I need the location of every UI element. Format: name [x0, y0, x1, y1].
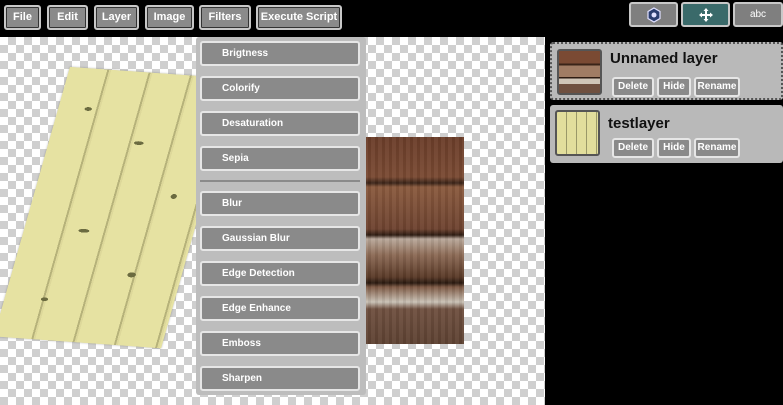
menu-bar: File Edit Layer Image Filters Execute Sc…: [0, 0, 783, 36]
layer-name: testlayer: [608, 115, 670, 132]
layer-name: Unnamed layer: [610, 50, 718, 67]
layer-menu-button[interactable]: Layer: [94, 5, 139, 30]
filter-colorify[interactable]: Colorify: [200, 76, 360, 101]
filter-emboss[interactable]: Emboss: [200, 331, 360, 356]
filter-brightness[interactable]: Brigtness: [200, 41, 360, 66]
layers-panel: Unnamed layer Delete Hide Rename testlay…: [545, 37, 783, 405]
hide-layer-button[interactable]: Hide: [657, 77, 691, 97]
shape-tool-button[interactable]: [629, 2, 678, 27]
filter-blur[interactable]: Blur: [200, 191, 360, 216]
layer-item-unnamed[interactable]: Unnamed layer Delete Hide Rename: [550, 42, 783, 100]
filter-gaussian-blur[interactable]: Gaussian Blur: [200, 226, 360, 251]
rename-layer-button[interactable]: Rename: [694, 138, 740, 158]
filter-edge-detection[interactable]: Edge Detection: [200, 261, 360, 286]
hexagon-icon: [646, 7, 661, 23]
text-tool-button[interactable]: abc: [733, 2, 783, 27]
rename-layer-button[interactable]: Rename: [694, 77, 740, 97]
image-menu-button[interactable]: Image: [145, 5, 194, 30]
filter-sepia[interactable]: Sepia: [200, 146, 360, 171]
filter-sharpen[interactable]: Sharpen: [200, 366, 360, 391]
delete-layer-button[interactable]: Delete: [612, 138, 654, 158]
move-tool-button[interactable]: [681, 2, 730, 27]
filter-desaturation[interactable]: Desaturation: [200, 111, 360, 136]
filters-menu-button[interactable]: Filters: [199, 5, 251, 30]
layer-item-testlayer[interactable]: testlayer Delete Hide Rename: [550, 105, 783, 163]
menu-divider: [200, 180, 360, 182]
filters-dropdown: Brigtness Colorify Desaturation Sepia Bl…: [196, 37, 366, 395]
delete-layer-button[interactable]: Delete: [612, 77, 654, 97]
hide-layer-button[interactable]: Hide: [657, 138, 691, 158]
edit-menu-button[interactable]: Edit: [47, 5, 88, 30]
layer-thumbnail: [555, 110, 600, 156]
layer-thumbnail: [557, 49, 602, 95]
execute-script-button[interactable]: Execute Script: [256, 5, 342, 30]
move-arrows-icon: [698, 8, 713, 22]
file-menu-button[interactable]: File: [4, 5, 41, 30]
filter-edge-enhance[interactable]: Edge Enhance: [200, 296, 360, 321]
